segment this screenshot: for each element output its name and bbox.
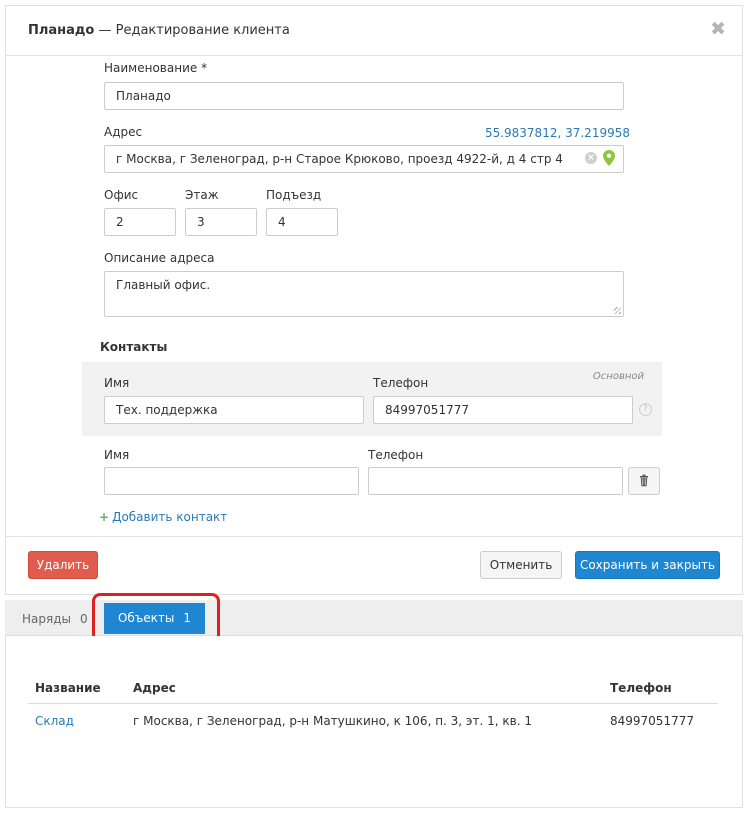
entrance-label: Подъезд bbox=[266, 188, 322, 202]
name-label: Наименование * bbox=[104, 61, 208, 75]
cancel-button[interactable]: Отменить bbox=[480, 551, 562, 579]
contact-phone-field[interactable] bbox=[368, 467, 623, 495]
floor-label: Этаж bbox=[185, 188, 219, 202]
floor-field[interactable]: 3 bbox=[185, 208, 257, 236]
object-phone: 84997051777 bbox=[610, 714, 694, 728]
contact-name-field[interactable] bbox=[104, 467, 359, 495]
entrance-field[interactable]: 4 bbox=[266, 208, 338, 236]
save-and-close-button[interactable]: Сохранить и закрыть bbox=[575, 551, 720, 579]
delete-contact-button[interactable] bbox=[628, 467, 660, 495]
tab-objects[interactable]: Объекты 1 bbox=[104, 603, 205, 634]
tab-orders[interactable]: Наряды 0 bbox=[10, 602, 100, 636]
address-label: Адрес bbox=[104, 125, 143, 139]
modal-title-client: Планадо bbox=[28, 23, 95, 38]
coordinates-link[interactable]: 55.9837812, 37.219958 bbox=[485, 126, 630, 140]
trash-icon bbox=[640, 474, 648, 487]
add-contact-label: Добавить контакт bbox=[112, 510, 228, 524]
tab-orders-label: Наряды bbox=[22, 612, 71, 626]
address-description-text: Главный офис. bbox=[116, 278, 211, 292]
contact-name-label: Имя bbox=[104, 448, 130, 462]
contact-phone-label: Телефон bbox=[368, 448, 424, 462]
office-label: Офис bbox=[104, 188, 139, 202]
contacts-title: Контакты bbox=[100, 340, 168, 354]
tab-objects-count: 1 bbox=[183, 611, 192, 625]
modal-header: Планадо — Редактирование клиента ✖ bbox=[6, 6, 742, 56]
tab-orders-count: 0 bbox=[79, 612, 88, 626]
main-contact-badge: Основной bbox=[592, 371, 644, 382]
resize-grip-icon[interactable] bbox=[614, 307, 621, 314]
help-icon[interactable]: ? bbox=[639, 403, 652, 416]
name-field[interactable]: Планадо bbox=[104, 82, 624, 110]
clear-icon[interactable]: × bbox=[585, 152, 597, 164]
object-address: г Москва, г Зеленоград, р-н Матушкино, к… bbox=[133, 714, 532, 728]
contact-phone-field[interactable]: 84997051777 bbox=[373, 396, 633, 424]
contact-phone-label: Телефон bbox=[373, 376, 429, 390]
modal-title-text: — Редактирование клиента bbox=[94, 23, 290, 38]
column-header-phone: Телефон bbox=[610, 681, 672, 695]
add-contact-link[interactable]: + Добавить контакт bbox=[99, 510, 227, 524]
close-icon[interactable]: ✖ bbox=[710, 19, 726, 39]
tab-objects-label: Объекты bbox=[117, 611, 175, 625]
plus-icon: + bbox=[99, 510, 110, 524]
address-field[interactable]: г Москва, г Зеленоград, р-н Старое Крюко… bbox=[104, 145, 624, 173]
office-field[interactable]: 2 bbox=[104, 208, 176, 236]
object-name-link[interactable]: Склад bbox=[35, 714, 74, 728]
column-header-name: Название bbox=[35, 681, 101, 695]
table-header-divider bbox=[28, 703, 718, 704]
contact-name-field[interactable]: Тех. поддержка bbox=[104, 396, 364, 424]
column-header-address: Адрес bbox=[133, 681, 176, 695]
contact-name-label: Имя bbox=[104, 376, 130, 390]
address-description-field[interactable]: Главный офис. bbox=[104, 271, 624, 317]
map-pin-icon[interactable] bbox=[603, 150, 615, 166]
modal-title: Планадо — Редактирование клиента bbox=[28, 23, 290, 38]
delete-button[interactable]: Удалить bbox=[28, 551, 98, 579]
address-description-label: Описание адреса bbox=[104, 251, 215, 265]
modal-footer-divider bbox=[5, 536, 743, 537]
